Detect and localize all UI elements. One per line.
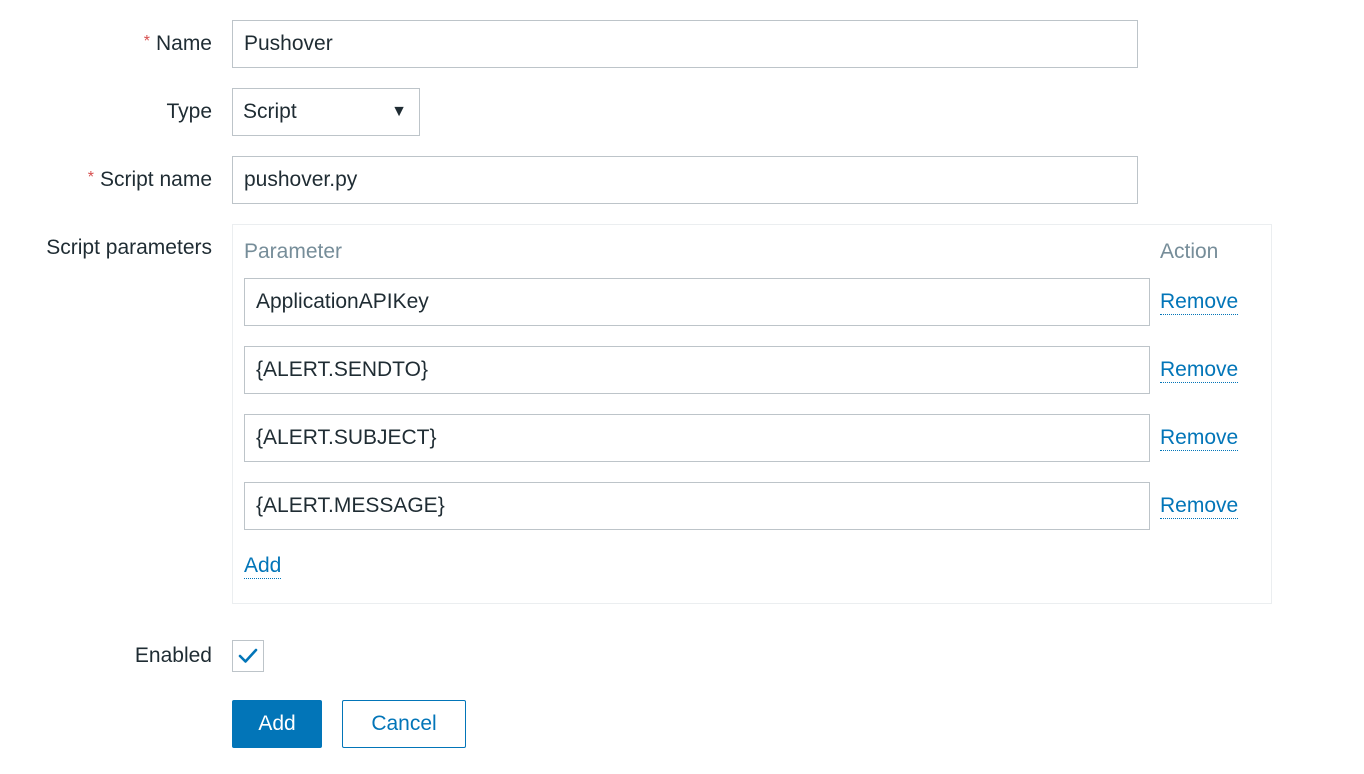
name-input[interactable] bbox=[232, 20, 1138, 68]
type-label: Type bbox=[166, 100, 212, 123]
parameter-input[interactable]: {ALERT.MESSAGE} bbox=[244, 482, 1150, 530]
parameter-column-header: Parameter bbox=[244, 240, 343, 263]
required-asterisk: * bbox=[87, 169, 94, 186]
parameter-input[interactable]: ApplicationAPIKey bbox=[244, 278, 1150, 326]
add-parameter-link[interactable]: Add bbox=[244, 554, 282, 579]
triangle-down-icon: ▼ bbox=[391, 103, 407, 120]
name-label: * Name bbox=[144, 32, 212, 58]
add-button[interactable]: Add bbox=[232, 700, 322, 748]
script-name-label: * Script name bbox=[88, 168, 212, 194]
remove-link[interactable]: Remove bbox=[1160, 426, 1239, 451]
type-select[interactable]: Script ▼ bbox=[232, 88, 420, 136]
script-parameters-label: Script parameters bbox=[46, 236, 212, 259]
cancel-button[interactable]: Cancel bbox=[342, 700, 466, 748]
enabled-checkbox[interactable] bbox=[232, 640, 264, 672]
remove-link[interactable]: Remove bbox=[1160, 494, 1239, 519]
action-column-header: Action bbox=[1160, 240, 1219, 263]
required-asterisk: * bbox=[143, 33, 150, 50]
remove-link[interactable]: Remove bbox=[1160, 290, 1239, 315]
type-select-value: Script bbox=[243, 100, 297, 123]
parameter-input[interactable]: {ALERT.SUBJECT} bbox=[244, 414, 1150, 462]
script-name-label-text: Script name bbox=[99, 168, 212, 191]
parameter-input[interactable]: {ALERT.SENDTO} bbox=[244, 346, 1150, 394]
script-name-input[interactable] bbox=[232, 156, 1138, 204]
remove-link[interactable]: Remove bbox=[1160, 358, 1239, 383]
enabled-label: Enabled bbox=[134, 644, 212, 667]
name-label-text: Name bbox=[155, 32, 212, 55]
checkmark-icon bbox=[238, 648, 258, 663]
